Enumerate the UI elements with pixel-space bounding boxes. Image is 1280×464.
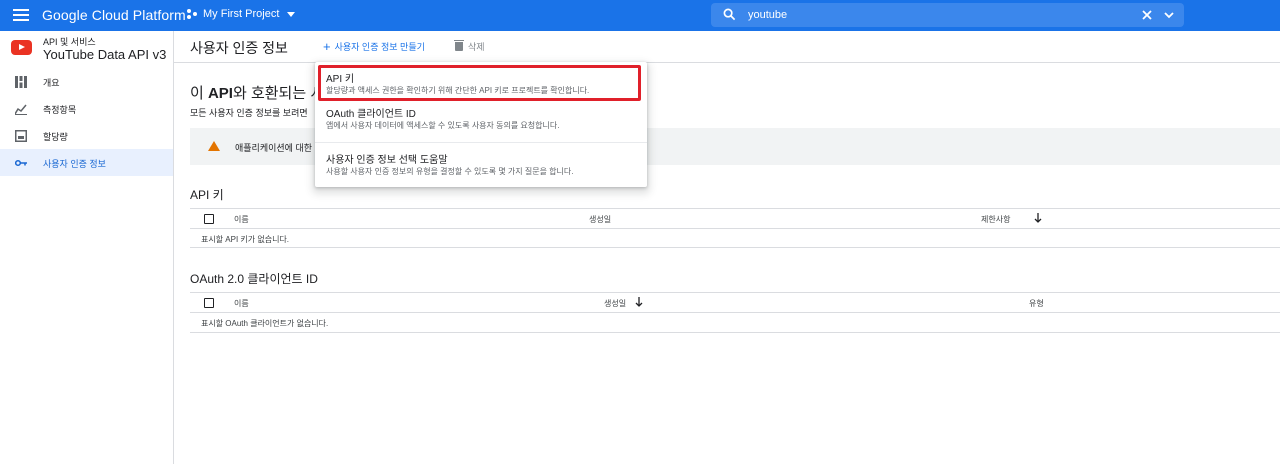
warning-text: 애플리케이션에 대한 [235, 143, 313, 153]
delete-button[interactable]: 삭제 [454, 40, 485, 53]
table-divider [190, 312, 1280, 313]
heading-bold: API [207, 85, 233, 102]
menu-item-description: 할당량과 액세스 권한을 확인하기 위해 간단한 API 키로 프로젝트를 확인… [326, 86, 590, 95]
sidebar-item-quota[interactable]: 할당량 [0, 122, 173, 149]
sidebar-item-label: 할당량 [43, 132, 68, 142]
menu-item-title: API 키 [326, 74, 355, 85]
table-divider [190, 292, 1280, 293]
sidebar: API 및 서비스 YouTube Data API v3 개요 측정항목 할당… [0, 31, 174, 464]
youtube-logo-icon [11, 40, 32, 55]
table-divider [190, 208, 1280, 209]
sidebar-nav: 개요 측정항목 할당량 사용자 인증 정보 [0, 68, 173, 176]
chevron-down-icon [287, 11, 296, 17]
select-all-checkbox[interactable] [204, 298, 214, 308]
column-header-name[interactable]: 이름 [234, 214, 249, 225]
delete-label: 삭제 [468, 42, 485, 52]
create-credentials-menu: API 키 할당량과 액세스 권한을 확인하기 위해 간단한 API 키로 프로… [315, 62, 647, 187]
oauth-title: OAuth 2.0 클라이언트 ID [190, 272, 318, 286]
search-icon [723, 8, 736, 21]
sidebar-item-metrics[interactable]: 측정항목 [0, 95, 173, 122]
menu-item-oauth-client-id[interactable]: OAuth 클라이언트 ID 앱에서 사용자 데이터에 액세스할 수 있도록 사… [315, 102, 647, 138]
sidebar-item-label: 측정항목 [43, 105, 77, 115]
search-bar[interactable] [711, 3, 1184, 27]
quota-icon [15, 130, 27, 142]
menu-item-description: 사용할 사용자 인증 정보의 유형을 결정할 수 있도록 몇 가지 질문을 합니… [326, 167, 574, 176]
search-input[interactable] [748, 6, 1128, 24]
menu-icon[interactable] [13, 9, 29, 21]
create-credentials-button[interactable]: + 사용자 인증 정보 만들기 [323, 40, 425, 53]
sidebar-item-credentials[interactable]: 사용자 인증 정보 [0, 149, 173, 176]
plus-icon: + [323, 39, 331, 54]
column-header-name[interactable]: 이름 [234, 298, 249, 309]
heading-description: 모든 사용자 인증 정보를 보려면 [190, 108, 308, 118]
api-title: YouTube Data API v3 [43, 47, 167, 62]
menu-item-title: OAuth 클라이언트 ID [326, 109, 416, 120]
table-divider [190, 247, 1280, 248]
create-credentials-label: 사용자 인증 정보 만들기 [334, 42, 425, 52]
dashboard-icon [15, 76, 27, 88]
menu-item-api-key[interactable]: API 키 할당량과 액세스 권한을 확인하기 위해 간단한 API 키로 프로… [315, 65, 647, 101]
oauth-empty-message: 표시할 OAuth 클라이언트가 없습니다. [201, 319, 329, 328]
heading-prefix: 이 [190, 85, 208, 102]
warning-icon [208, 141, 220, 151]
menu-item-title: 사용자 인증 정보 선택 도움말 [326, 155, 448, 166]
api-keys-title: API 키 [190, 188, 224, 202]
project-selector[interactable]: My First Project [187, 8, 296, 20]
sidebar-item-label: 사용자 인증 정보 [43, 159, 106, 169]
sidebar-item-label: 개요 [43, 78, 60, 88]
api-keys-empty-message: 표시할 API 키가 없습니다. [201, 235, 290, 244]
column-header-restrictions[interactable]: 제한사항 [981, 214, 1010, 225]
sort-arrow-icon[interactable] [1034, 213, 1042, 223]
column-header-created[interactable]: 생성일 [604, 298, 626, 309]
api-header: API 및 서비스 YouTube Data API v3 [0, 31, 174, 65]
section-heading: 이 API와 호환되는 시 [190, 82, 324, 103]
sidebar-item-overview[interactable]: 개요 [0, 68, 173, 95]
column-header-created[interactable]: 생성일 [589, 214, 611, 225]
top-app-bar: Google Cloud Platform My First Project [0, 0, 1280, 31]
trash-icon [454, 40, 464, 51]
table-divider [190, 332, 1280, 333]
table-divider [190, 228, 1280, 229]
sort-arrow-icon[interactable] [635, 297, 643, 307]
menu-divider [315, 142, 647, 143]
menu-item-description: 앱에서 사용자 데이터에 액세스할 수 있도록 사용자 동의를 요청합니다. [326, 121, 560, 130]
page-title: 사용자 인증 정보 [190, 40, 288, 56]
close-icon[interactable] [1140, 8, 1154, 22]
metrics-icon [15, 104, 27, 115]
project-icon [187, 8, 198, 20]
project-name: My First Project [203, 8, 280, 20]
menu-item-help-me-choose[interactable]: 사용자 인증 정보 선택 도움말 사용할 사용자 인증 정보의 유형을 결정할 … [315, 147, 647, 183]
column-header-type[interactable]: 유형 [1029, 298, 1044, 309]
brand-title[interactable]: Google Cloud Platform [42, 7, 186, 23]
chevron-down-icon[interactable] [1162, 8, 1176, 22]
select-all-checkbox[interactable] [204, 214, 214, 224]
key-icon [15, 159, 27, 167]
heading-rest: 와 호환되는 시 [232, 85, 325, 102]
